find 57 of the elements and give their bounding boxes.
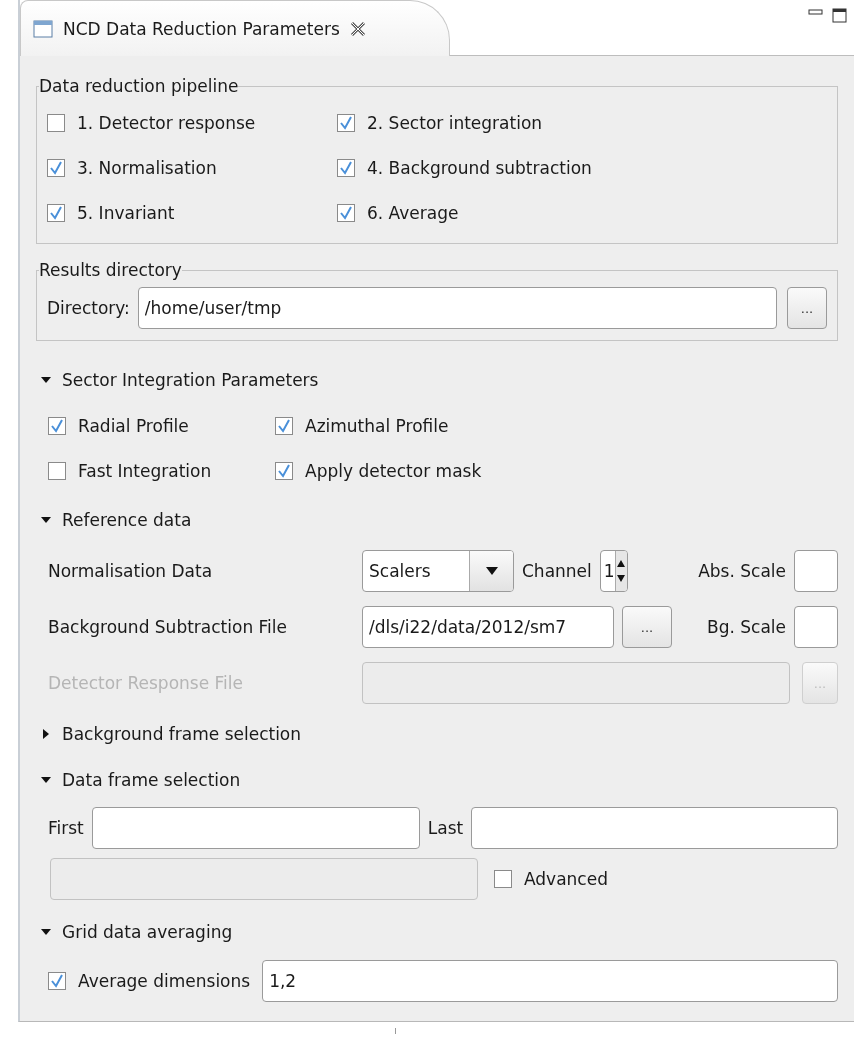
field-label: Detector Response File: [48, 673, 244, 693]
maximize-icon[interactable]: [832, 8, 848, 24]
checkbox[interactable]: [275, 461, 293, 480]
section-header[interactable]: Background frame selection: [36, 711, 302, 757]
checkbox[interactable]: [275, 416, 293, 435]
section-header[interactable]: Data frame selection: [36, 757, 241, 803]
checkbox-label: 6. Average: [367, 202, 459, 223]
checkbox-label: Radial Profile: [78, 415, 189, 436]
field-label: Bg. Scale: [707, 617, 786, 637]
checkbox[interactable]: [48, 461, 66, 480]
checkbox[interactable]: [494, 870, 512, 888]
checkbox[interactable]: [337, 158, 355, 177]
channel-spinner[interactable]: 1: [599, 550, 628, 592]
checkbox-label: Apply detector mask: [305, 460, 482, 481]
checkbox-label: Advanced: [524, 869, 608, 889]
dimensions-field[interactable]: 1,2: [262, 960, 838, 1002]
section-header[interactable]: Grid data averaging: [36, 909, 233, 955]
checkbox-label: Fast Integration: [78, 460, 212, 481]
browse-button[interactable]: ...: [622, 606, 672, 648]
first-frame-field[interactable]: [91, 807, 420, 849]
group-title: Data reduction pipeline: [39, 76, 239, 96]
background-file-field[interactable]: /dls/i22/data/2012/sm7: [362, 606, 614, 648]
checkbox-label: 1. Detector response: [77, 112, 256, 133]
checkbox[interactable]: [48, 416, 66, 435]
checkbox-label: Average dimensions: [78, 971, 251, 991]
view-tab[interactable]: NCD Data Reduction Parameters: [20, 0, 450, 56]
checkbox-label: 5. Invariant: [77, 202, 175, 223]
section-header[interactable]: Sector Integration Parameters: [36, 357, 319, 403]
dropdown-arrow-icon: [485, 567, 498, 575]
window-icon: [33, 19, 53, 38]
browse-button[interactable]: ...: [787, 287, 827, 329]
field-label: Directory:: [47, 298, 130, 318]
checkbox-label: 2. Sector integration: [367, 112, 543, 133]
close-icon[interactable]: [349, 20, 366, 37]
checkbox[interactable]: [337, 113, 355, 132]
normalisation-dropdown[interactable]: Scalers: [362, 550, 514, 592]
field-label: Normalisation Data: [48, 561, 214, 581]
field-label: Last: [427, 818, 464, 838]
group-title: Results directory: [39, 260, 182, 280]
checkbox-label: 4. Background subtraction: [367, 157, 592, 178]
bg-scale-field[interactable]: [794, 606, 838, 648]
field-label: Abs. Scale: [698, 561, 786, 581]
abs-scale-field[interactable]: [794, 550, 838, 592]
directory-field[interactable]: /home/user/tmp: [137, 287, 777, 329]
field-label: Channel: [522, 561, 592, 581]
checkbox[interactable]: [47, 158, 65, 177]
section-header[interactable]: Reference data: [36, 497, 192, 543]
checkbox-label: 3. Normalisation: [77, 157, 217, 178]
checkbox[interactable]: [47, 113, 65, 132]
checkbox[interactable]: [48, 972, 66, 990]
checkbox[interactable]: [47, 203, 65, 222]
field-label: First: [48, 818, 84, 838]
field-label: Background Subtraction File: [48, 617, 288, 637]
checkbox-label: Azimuthal Profile: [305, 415, 449, 436]
last-frame-field[interactable]: [471, 807, 838, 849]
minimize-icon[interactable]: [808, 8, 824, 18]
checkbox[interactable]: [337, 203, 355, 222]
